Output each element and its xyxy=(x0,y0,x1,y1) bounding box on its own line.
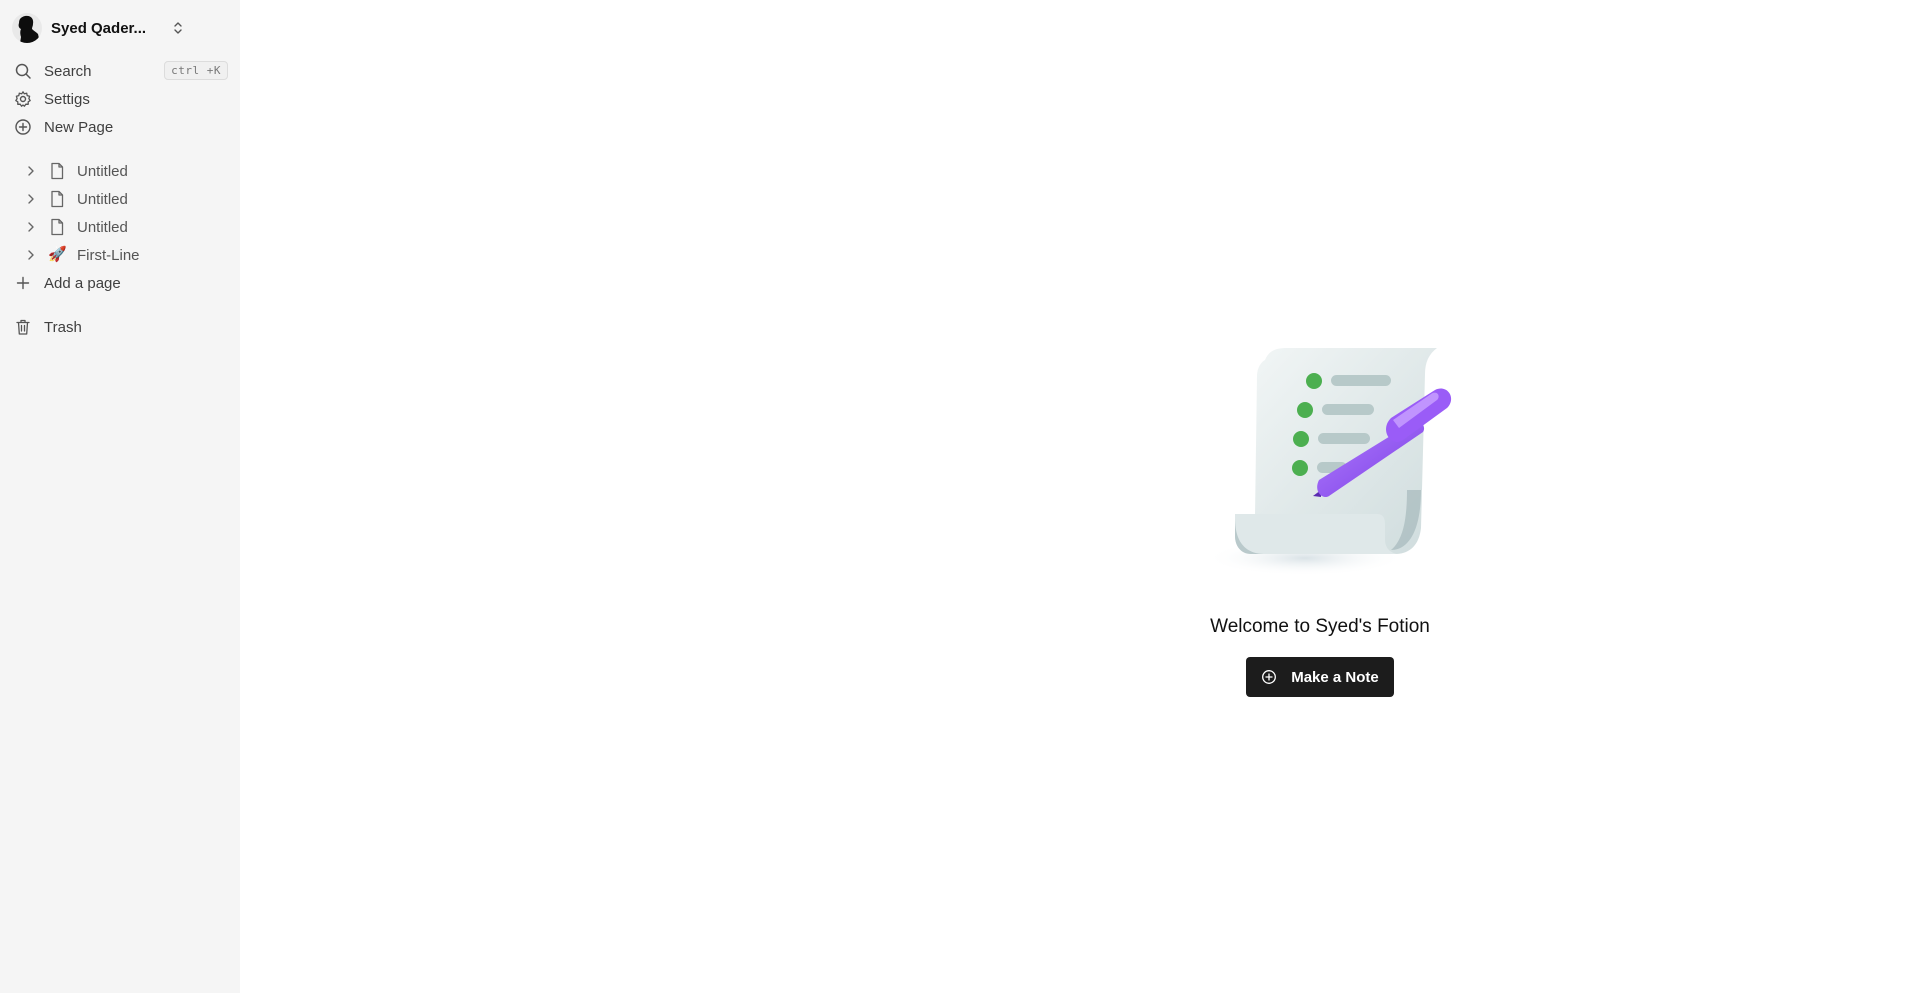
welcome-heading: Welcome to Syed's Fotion xyxy=(1210,616,1430,637)
new-page-button[interactable]: New Page xyxy=(14,115,230,139)
search-shortcut: ctrl +K xyxy=(164,61,228,80)
add-page-button[interactable]: Add a page xyxy=(14,271,230,295)
user-name: Syed Qader... xyxy=(51,19,147,37)
trash-button[interactable]: Trash xyxy=(14,315,230,339)
chevron-right-icon[interactable] xyxy=(24,248,38,262)
settings-label: Settigs xyxy=(44,90,90,108)
document-with-pen-illustration xyxy=(1205,348,1452,576)
sidebar-page-item[interactable]: 🚀 First-Line xyxy=(24,243,230,267)
sidebar-page-item[interactable]: Untitled xyxy=(24,159,230,183)
page-title: Untitled xyxy=(77,190,128,208)
chevron-right-icon[interactable] xyxy=(24,164,38,178)
plus-icon xyxy=(16,276,30,290)
search-button[interactable]: Search ctrl +K xyxy=(14,59,230,83)
page-title: Untitled xyxy=(77,218,128,236)
avatar xyxy=(12,13,42,43)
plus-circle-icon xyxy=(15,119,31,135)
chevron-right-icon[interactable] xyxy=(24,220,38,234)
document-icon xyxy=(51,218,64,236)
document-icon xyxy=(51,190,64,208)
trash-icon xyxy=(16,319,30,335)
trash-label: Trash xyxy=(44,318,82,336)
user-switcher[interactable]: Syed Qader... xyxy=(12,12,192,44)
search-label: Search xyxy=(44,62,92,80)
settings-button[interactable]: Settigs xyxy=(14,87,230,111)
add-page-label: Add a page xyxy=(44,274,121,292)
document-icon xyxy=(51,162,64,180)
make-a-note-button[interactable]: Make a Note xyxy=(1246,657,1394,697)
sidebar-page-item[interactable]: Untitled xyxy=(24,187,230,211)
search-icon xyxy=(15,63,31,79)
chevrons-up-down-icon xyxy=(174,22,182,34)
make-a-note-label: Make a Note xyxy=(1291,668,1379,686)
chevron-right-icon[interactable] xyxy=(24,192,38,206)
rocket-icon: 🚀 xyxy=(48,246,67,263)
page-title: Untitled xyxy=(77,162,128,180)
plus-circle-icon xyxy=(1262,670,1277,684)
sidebar-page-item[interactable]: Untitled xyxy=(24,215,230,239)
sidebar: Syed Qader... Search ctrl +K Settigs New… xyxy=(0,0,240,993)
gear-icon xyxy=(15,91,31,107)
new-page-label: New Page xyxy=(44,118,114,136)
main-content: Welcome to Syed's Fotion Make a Note xyxy=(240,0,1920,993)
user-silhouette-icon xyxy=(18,15,40,43)
page-title: First-Line xyxy=(77,246,140,264)
